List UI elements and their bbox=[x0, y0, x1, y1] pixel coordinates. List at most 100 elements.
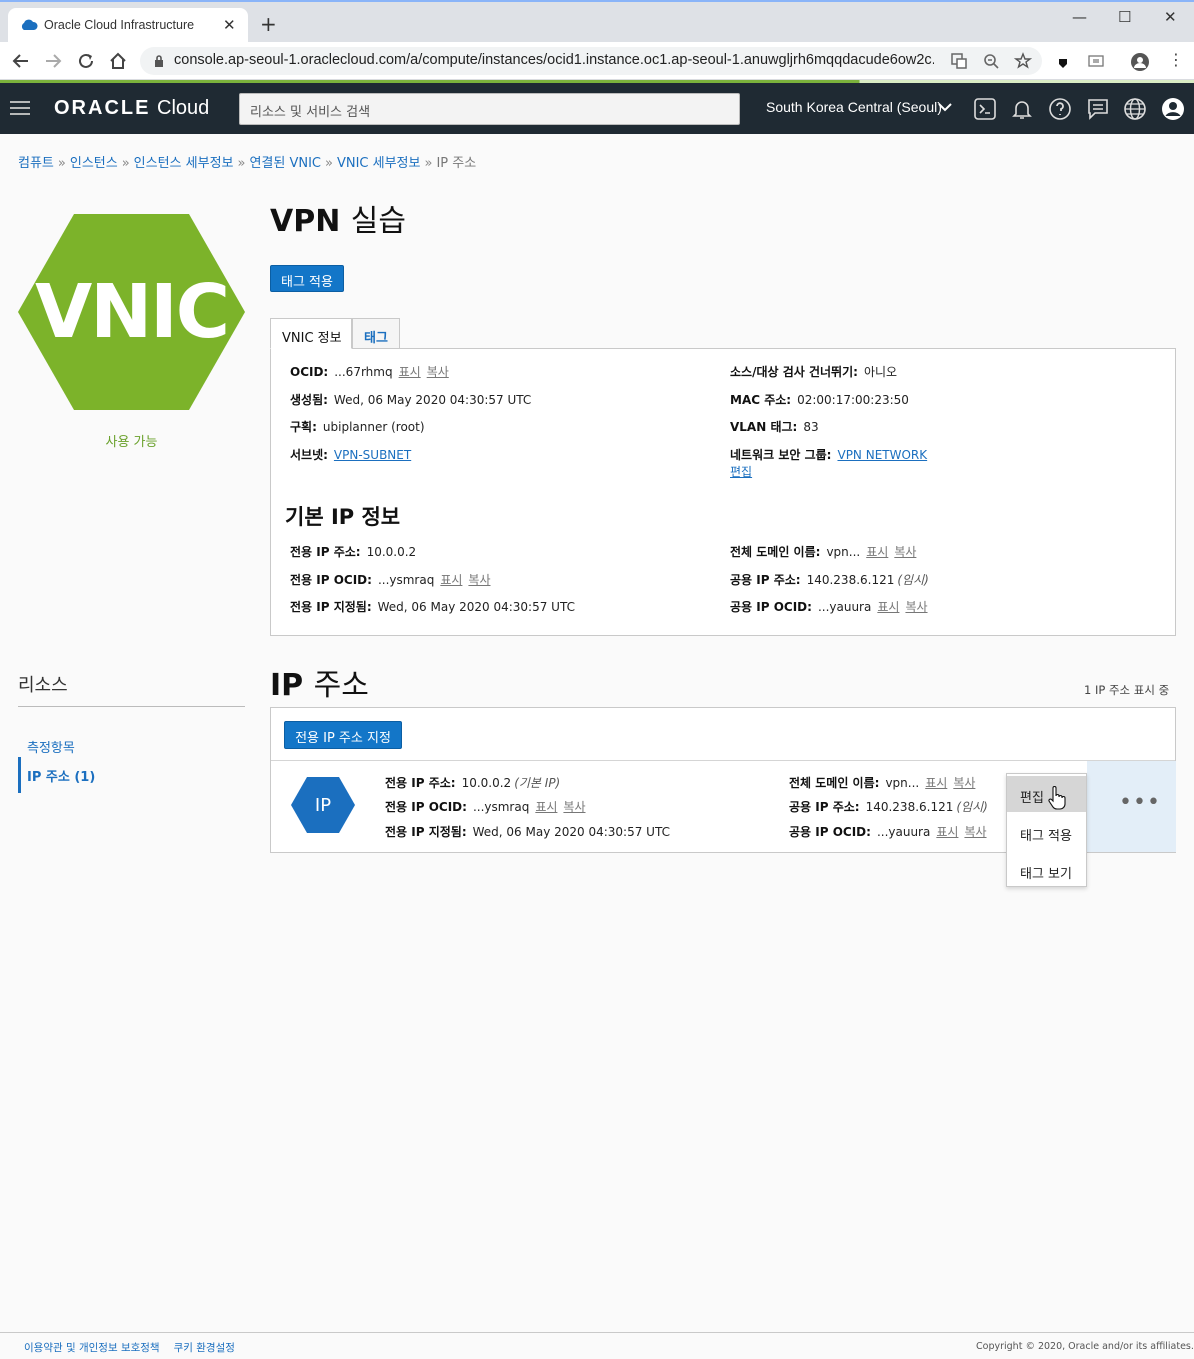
nsg-field: 네트워크 보안 그룹: VPN NETWORK bbox=[730, 448, 928, 462]
show-public-ocid-link[interactable]: 표시 bbox=[877, 600, 899, 614]
row-copy-fqdn-link[interactable]: 복사 bbox=[953, 776, 975, 790]
zoom-icon[interactable] bbox=[982, 52, 1000, 70]
help-icon[interactable] bbox=[1048, 97, 1072, 121]
cloud-shell-icon[interactable] bbox=[973, 97, 997, 121]
resources-divider bbox=[18, 706, 245, 707]
browser-toolbar: console.ap-seoul-1.oraclecloud.com/a/com… bbox=[0, 42, 1194, 80]
bell-icon[interactable] bbox=[1010, 97, 1034, 121]
ip-hexagon-label: IP bbox=[314, 794, 332, 816]
forward-icon[interactable] bbox=[42, 50, 64, 72]
translate-icon[interactable] bbox=[950, 52, 968, 70]
reload-icon[interactable] bbox=[75, 50, 97, 72]
assign-private-ip-button[interactable]: 전용 IP 주소 지정 bbox=[284, 721, 402, 749]
close-window-icon[interactable]: ✕ bbox=[1164, 8, 1177, 26]
console-header: ORACLE Cloud 리소스 및 서비스 검색 South Korea Ce… bbox=[0, 83, 1194, 134]
copy-fqdn-link[interactable]: 복사 bbox=[894, 545, 916, 559]
breadcrumb-vnic-details[interactable]: VNIC 세부정보 bbox=[337, 156, 421, 171]
private-ip-assigned-field: 전용 IP 지정됨: Wed, 06 May 2020 04:30:57 UTC bbox=[290, 600, 575, 614]
copy-private-ocid-link[interactable]: 복사 bbox=[468, 573, 490, 587]
public-ip-ocid-field: 공용 IP OCID: ...yauura 표시 복사 bbox=[730, 600, 928, 614]
terms-link[interactable]: 이용약관 및 개인정보 보호정책 bbox=[24, 1342, 160, 1354]
private-ip-field: 전용 IP 주소: 10.0.0.2 bbox=[290, 545, 417, 559]
breadcrumb-instances[interactable]: 인스턴스 bbox=[70, 156, 118, 171]
menu-item-apply-tag[interactable]: 태그 적용 bbox=[1007, 814, 1086, 850]
address-bar[interactable]: console.ap-seoul-1.oraclecloud.com/a/com… bbox=[140, 47, 1042, 75]
new-tab-icon[interactable]: + bbox=[260, 14, 277, 34]
menu-item-view-tags[interactable]: 태그 보기 bbox=[1007, 852, 1086, 888]
subnet-link[interactable]: VPN-SUBNET bbox=[334, 448, 411, 462]
show-fqdn-link[interactable]: 표시 bbox=[866, 545, 888, 559]
region-selector[interactable]: South Korea Central (Seoul) bbox=[766, 99, 942, 115]
back-icon[interactable] bbox=[10, 50, 32, 72]
sidebar-item-ip-addresses[interactable]: IP 주소 (1) bbox=[18, 757, 245, 793]
footer-links: 이용약관 및 개인정보 보호정책 쿠키 환경설정 bbox=[24, 1340, 235, 1355]
user-icon[interactable] bbox=[1161, 97, 1185, 121]
resources-title: 리소스 bbox=[18, 675, 68, 696]
mac-address-field: MAC 주소: 02:00:17:00:23:50 bbox=[730, 393, 909, 407]
hamburger-menu-icon[interactable] bbox=[10, 100, 30, 116]
vlan-tag-field: VLAN 태그: 83 bbox=[730, 420, 819, 434]
breadcrumb: 컴퓨트» 인스턴스» 인스턴스 세부정보» 연결된 VNIC» VNIC 세부정보» IP… bbox=[18, 156, 477, 171]
row-public-ocid: 공용 IP OCID: ...yauura 표시 복사 bbox=[789, 825, 987, 839]
page-title: VPN 실습 bbox=[270, 204, 406, 239]
skip-source-dest-check-field: 소스/대상 검사 건너뛰기: 아니오 bbox=[730, 365, 898, 379]
bookmark-star-icon[interactable] bbox=[1014, 52, 1032, 70]
row-show-private-ocid-link[interactable]: 표시 bbox=[535, 800, 557, 814]
row-show-public-ocid-link[interactable]: 표시 bbox=[936, 825, 958, 839]
row-public-ip: 공용 IP 주소: 140.238.6.121 (임시) bbox=[789, 800, 988, 814]
globe-icon[interactable] bbox=[1123, 97, 1147, 121]
breadcrumb-compute[interactable]: 컴퓨트 bbox=[18, 156, 54, 171]
close-tab-icon[interactable]: ✕ bbox=[223, 16, 236, 34]
home-icon[interactable] bbox=[107, 50, 129, 72]
tab-vnic-info[interactable]: VNIC 정보 bbox=[270, 318, 352, 349]
browser-tab-title: Oracle Cloud Infrastructure bbox=[44, 18, 195, 32]
breadcrumb-current: IP 주소 bbox=[436, 156, 477, 171]
cookie-preferences-link[interactable]: 쿠키 환경설정 bbox=[174, 1342, 235, 1354]
browser-tab[interactable]: Oracle Cloud Infrastructure ✕ bbox=[8, 8, 248, 44]
maximize-icon[interactable]: ☐ bbox=[1118, 8, 1131, 26]
row-private-ip: 전용 IP 주소: 10.0.0.2 (기본 IP) bbox=[385, 776, 561, 790]
fqdn-field: 전체 도메인 이름: vpn... 표시 복사 bbox=[730, 545, 917, 559]
breadcrumb-attached-vnics[interactable]: 연결된 VNIC bbox=[249, 156, 321, 171]
show-ocid-link[interactable]: 표시 bbox=[399, 365, 421, 379]
lifecycle-status: 사용 가능 bbox=[105, 435, 158, 450]
copy-ocid-link[interactable]: 복사 bbox=[427, 365, 449, 379]
chat-icon[interactable] bbox=[1086, 97, 1110, 121]
menu-item-edit[interactable]: 편집 bbox=[1007, 776, 1086, 812]
subnet-field: 서브넷: VPN-SUBNET bbox=[290, 448, 412, 462]
vnic-hexagon-badge: VNIC bbox=[18, 214, 245, 410]
show-private-ocid-link[interactable]: 표시 bbox=[440, 573, 462, 587]
ip-count-text: 1 IP 주소 표시 중 bbox=[1084, 683, 1170, 697]
compartment-field: 구획: ubiplanner (root) bbox=[290, 420, 425, 434]
breadcrumb-instance-details[interactable]: 인스턴스 세부정보 bbox=[134, 156, 234, 171]
row-show-fqdn-link[interactable]: 표시 bbox=[925, 776, 947, 790]
copy-public-ocid-link[interactable]: 복사 bbox=[905, 600, 927, 614]
chrome-menu-icon[interactable]: ⋮ bbox=[1168, 50, 1184, 69]
row-copy-private-ocid-link[interactable]: 복사 bbox=[563, 800, 585, 814]
copyright-text: Copyright © 2020, Oracle and/or its affi… bbox=[976, 1341, 1194, 1352]
profile-icon[interactable] bbox=[1130, 52, 1150, 72]
chevron-down-icon[interactable] bbox=[938, 102, 952, 112]
list-divider bbox=[271, 760, 1175, 761]
primary-ip-section-title: 기본 IP 정보 bbox=[285, 505, 401, 529]
ip-addresses-title: IP 주소 bbox=[270, 668, 369, 703]
minimize-icon[interactable]: — bbox=[1072, 8, 1087, 26]
more-actions-icon[interactable]: ••• bbox=[1119, 792, 1161, 814]
public-ip-field: 공용 IP 주소: 140.238.6.121 (임시) bbox=[730, 573, 929, 587]
url-text: console.ap-seoul-1.oraclecloud.com/a/com… bbox=[174, 52, 934, 68]
search-input[interactable]: 리소스 및 서비스 검색 bbox=[239, 93, 740, 125]
tab-tags[interactable]: 태그 bbox=[352, 318, 400, 349]
vnic-info-panel: OCID: ...67rhmq 표시 복사 생성됨: Wed, 06 May 2020 … bbox=[270, 348, 1176, 636]
apply-tag-button[interactable]: 태그 적용 bbox=[270, 265, 344, 292]
hand-cursor-icon bbox=[1048, 786, 1066, 810]
nsg-edit-link[interactable]: 편집 bbox=[730, 463, 752, 480]
ocid-field: OCID: ...67rhmq 표시 복사 bbox=[290, 365, 449, 379]
oracle-cloud-logo[interactable]: ORACLE Cloud bbox=[54, 97, 209, 120]
created-field: 생성됨: Wed, 06 May 2020 04:30:57 UTC bbox=[290, 393, 532, 407]
footer-divider bbox=[0, 1332, 1194, 1333]
extension-icon[interactable] bbox=[1054, 54, 1072, 72]
row-copy-public-ocid-link[interactable]: 복사 bbox=[964, 825, 986, 839]
media-icon[interactable] bbox=[1088, 54, 1104, 68]
browser-tab-strip: Oracle Cloud Infrastructure ✕ + — ☐ ✕ bbox=[0, 0, 1194, 44]
nsg-link[interactable]: VPN NETWORK bbox=[837, 448, 927, 462]
